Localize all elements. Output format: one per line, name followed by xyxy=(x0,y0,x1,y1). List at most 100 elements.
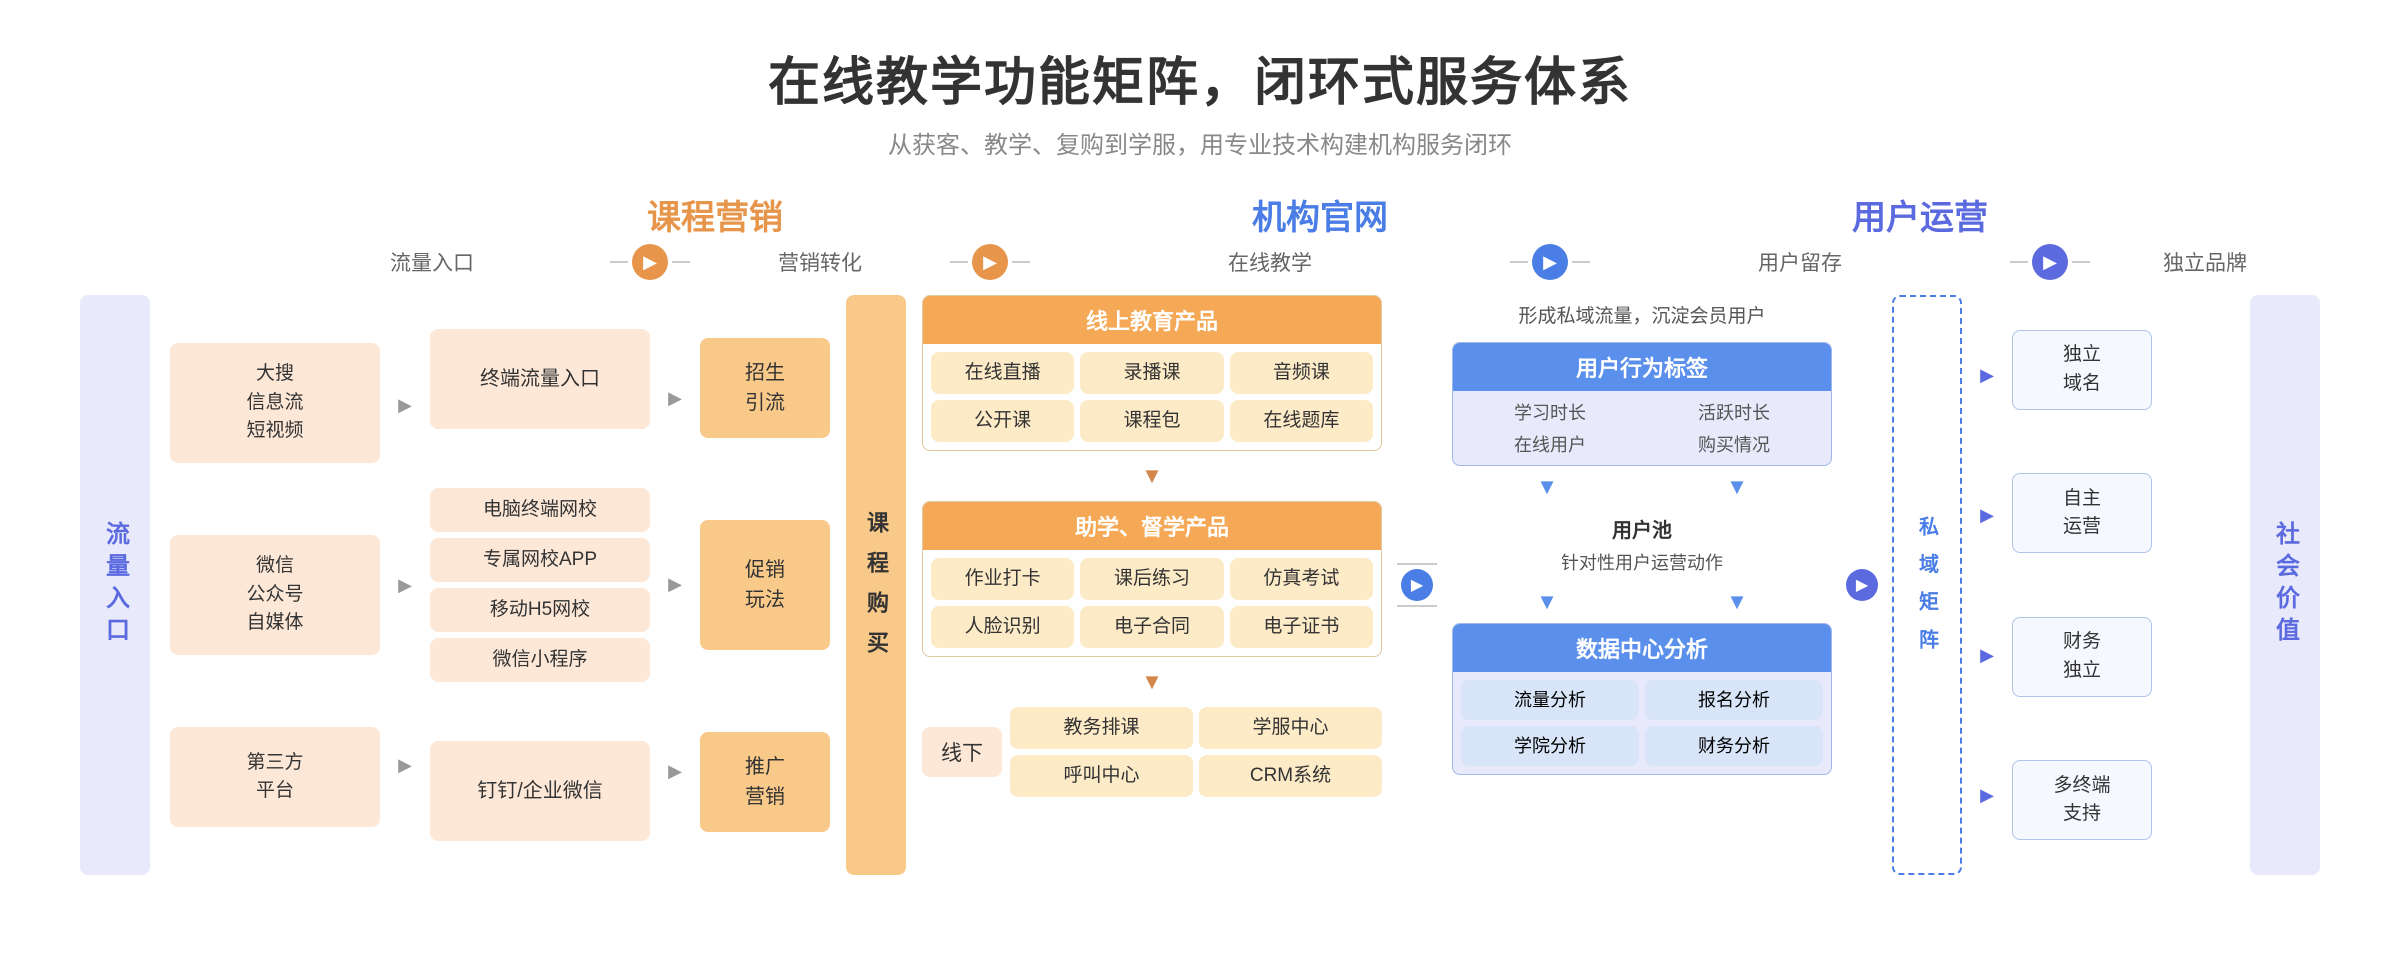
tag-study-time: 学习时长 xyxy=(1461,399,1639,425)
offline-schedule: 教务排课 xyxy=(1010,707,1193,749)
study-exercise: 课后练习 xyxy=(1080,558,1223,600)
data-center-title: 数据中心分析 xyxy=(1453,624,1831,672)
terminal-app: 专属网校APP xyxy=(430,538,650,582)
offline-grid: 教务排课 学服中心 呼叫中心 CRM系统 xyxy=(1010,707,1382,797)
conversion-section: 招生 引流 促销 玩法 推广 营销 xyxy=(700,295,830,875)
traffic-arrows: ▶ ▶ ▶ xyxy=(390,295,420,875)
step-conversion-label: 营销转化 xyxy=(778,252,862,275)
data-signup: 报名分析 xyxy=(1645,680,1823,720)
private-matrix-label: 私 域 矩 阵 xyxy=(1892,295,1962,875)
data-traffic: 流量分析 xyxy=(1461,680,1639,720)
terminal-traffic: 终端流量入口 xyxy=(430,329,650,429)
product-open: 公开课 xyxy=(931,400,1074,442)
terminal-pc: 电脑终端网校 xyxy=(430,488,650,532)
behavior-tag-grid: 学习时长 活跃时长 在线用户 购买情况 xyxy=(1453,391,1831,465)
header: 在线教学功能矩阵，闭环式服务体系 从获客、教学、复购到学服，用专业技术构建机构服… xyxy=(768,40,1632,160)
step-arrow-2: ▶ xyxy=(972,244,1008,280)
product-pack: 课程包 xyxy=(1080,400,1223,442)
mid-arrows: ▼ ▼ xyxy=(1452,474,1832,500)
h-arrow-indigo: ▶ xyxy=(1846,569,1878,601)
left-flow-label: 流量入口 xyxy=(80,295,150,875)
category-user-ops: 用户运营 xyxy=(1852,199,1988,237)
private-flow-text: 形成私域流量，沉淀会员用户 xyxy=(1452,295,1832,334)
study-face: 人脸识别 xyxy=(931,606,1074,648)
conversion-promo: 促销 玩法 xyxy=(700,520,830,650)
study-products-box: 助学、督学产品 作业打卡 课后练习 仿真考试 人脸识别 电子合同 电子证书 xyxy=(922,501,1382,657)
offline-label: 线下 xyxy=(922,727,1002,777)
study-contract: 电子合同 xyxy=(1080,606,1223,648)
terminal-dingding: 钉钉/企业微信 xyxy=(430,741,650,841)
private-matrix-text: 私 域 矩 阵 xyxy=(1913,516,1942,655)
h-arrow-blue: ▶ xyxy=(1401,569,1433,601)
study-cert: 电子证书 xyxy=(1230,606,1373,648)
terminal-h5: 移动H5网校 xyxy=(430,588,650,632)
behavior-tag-title: 用户行为标签 xyxy=(1453,343,1831,391)
right-label-text: 社会价值 xyxy=(2268,521,2303,649)
user-section: 形成私域流量，沉淀会员用户 用户行为标签 学习时长 活跃时长 在线用户 购买情况… xyxy=(1452,295,1832,875)
user-pool-title: 用户池 xyxy=(1458,514,1826,543)
brand-items: 独立 域名 自主 运营 财务 独立 多终端 支持 xyxy=(2012,295,2152,875)
offline-row: 线下 教务排课 学服中心 呼叫中心 CRM系统 xyxy=(922,707,1382,797)
conversion-spread: 推广 营销 xyxy=(700,732,830,832)
terminal-section: 终端流量入口 电脑终端网校 专属网校APP 移动H5网校 微信小程序 钉钉/企业… xyxy=(430,295,650,875)
terminal-group: 电脑终端网校 专属网校APP 移动H5网校 微信小程序 xyxy=(430,488,650,682)
course-buy-label: 课 程 购 买 xyxy=(846,295,906,875)
to-private-connector: ▶ xyxy=(1842,295,1882,875)
user-pool-section: 用户池 针对性用户运营动作 xyxy=(1452,508,1832,581)
tag-online-user: 在线用户 xyxy=(1461,431,1639,457)
category-official: 机构官网 xyxy=(1252,199,1388,237)
study-exam: 仿真考试 xyxy=(1230,558,1373,600)
step-arrow-4: ▶ xyxy=(2032,244,2068,280)
data-finance: 财务分析 xyxy=(1645,726,1823,766)
brand-domain: 独立 域名 xyxy=(2012,330,2152,410)
product-audio: 音频课 xyxy=(1230,352,1373,394)
mid-arrows-2: ▼ ▼ xyxy=(1452,589,1832,615)
offline-service: 学服中心 xyxy=(1199,707,1382,749)
brand-self-ops: 自主 运营 xyxy=(2012,473,2152,553)
data-center-grid: 流量分析 报名分析 学院分析 财务分析 xyxy=(1453,672,1831,774)
study-homework: 作业打卡 xyxy=(931,558,1074,600)
step-traffic-label: 流量入口 xyxy=(390,247,474,277)
course-buy-text: 课 程 购 买 xyxy=(860,511,892,659)
page-subtitle: 从获客、教学、复购到学服，用专业技术构建机构服务闭环 xyxy=(768,125,1632,160)
data-center-box: 数据中心分析 流量分析 报名分析 学院分析 财务分析 xyxy=(1452,623,1832,775)
behavior-tag-box: 用户行为标签 学习时长 活跃时长 在线用户 购买情况 xyxy=(1452,342,1832,466)
brand-multi: 多终端 支持 xyxy=(2012,760,2152,840)
traffic-section: 大搜信息流短视频 微信公众号自媒体 第三方平台 xyxy=(170,295,380,875)
study-products-grid: 作业打卡 课后练习 仿真考试 人脸识别 电子合同 电子证书 xyxy=(931,558,1373,648)
step-arrow-3: ▶ xyxy=(1532,244,1568,280)
down-arrow-1: ▼ xyxy=(922,459,1382,493)
online-section: 线上教育产品 在线直播 录播课 音频课 公开课 课程包 在线题库 ▼ 助学、督学… xyxy=(922,295,1382,875)
online-products-title: 线上教育产品 xyxy=(923,296,1381,344)
online-products-grid: 在线直播 录播课 音频课 公开课 课程包 在线题库 xyxy=(931,352,1373,442)
terminal-mini: 微信小程序 xyxy=(430,638,650,682)
right-social-label: 社会价值 xyxy=(2250,295,2320,875)
tag-purchase: 购买情况 xyxy=(1645,431,1823,457)
product-live: 在线直播 xyxy=(931,352,1074,394)
down-arrow-2: ▼ xyxy=(922,665,1382,699)
product-recorded: 录播课 xyxy=(1080,352,1223,394)
to-user-connector: ▶ xyxy=(1392,295,1442,875)
brand-finance: 财务 独立 xyxy=(2012,617,2152,697)
product-quiz: 在线题库 xyxy=(1230,400,1373,442)
conversion-recruit: 招生 引流 xyxy=(700,338,830,438)
step-arrow-1: ▶ xyxy=(632,244,668,280)
tag-active-time: 活跃时长 xyxy=(1645,399,1823,425)
step-online-label: 在线教学 xyxy=(1228,252,1312,275)
offline-call: 呼叫中心 xyxy=(1010,755,1193,797)
study-products-title: 助学、督学产品 xyxy=(923,502,1381,550)
user-ops-text: 针对性用户运营动作 xyxy=(1458,549,1826,575)
to-brand-arrows: ▶ ▶ ▶ ▶ xyxy=(1972,295,2002,875)
page: 在线教学功能矩阵，闭环式服务体系 从获客、教学、复购到学服，用专业技术构建机构服… xyxy=(0,0,2400,974)
step-retention-label: 用户留存 xyxy=(1758,252,1842,275)
category-marketing: 课程营销 xyxy=(647,199,783,237)
to-conversion-arrows: ▶ ▶ ▶ xyxy=(660,295,690,875)
offline-crm: CRM系统 xyxy=(1199,755,1382,797)
traffic-block-3: 第三方平台 xyxy=(170,727,380,827)
traffic-block-1: 大搜信息流短视频 xyxy=(170,343,380,463)
brand-private-section: 私 域 矩 阵 ▶ ▶ ▶ ▶ 独立 域名 自主 运营 财务 独立 多终端 支持 xyxy=(1892,295,2230,875)
page-title: 在线教学功能矩阵，闭环式服务体系 xyxy=(768,40,1632,115)
step-brand-label: 独立品牌 xyxy=(2163,252,2247,275)
left-label-text: 流量入口 xyxy=(98,521,133,649)
traffic-block-2: 微信公众号自媒体 xyxy=(170,535,380,655)
